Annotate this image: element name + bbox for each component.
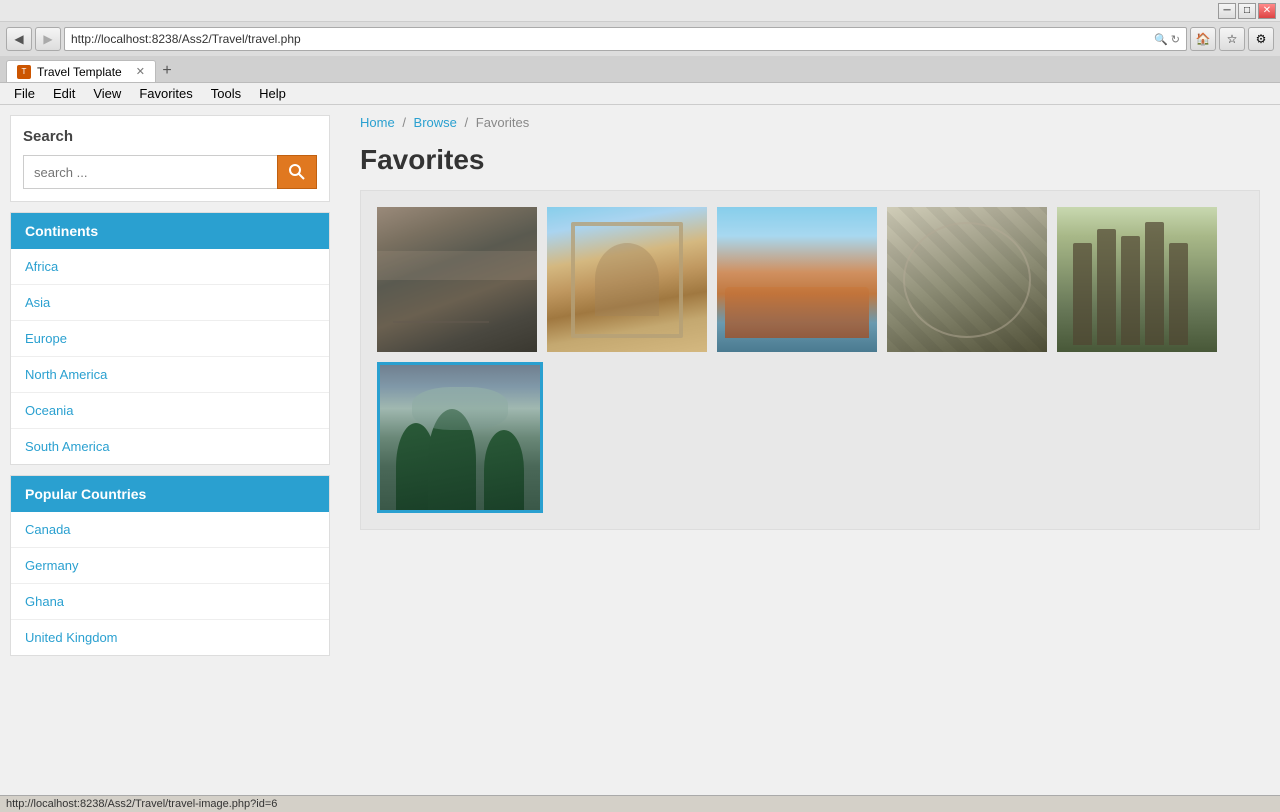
sidebar-item-africa[interactable]: Africa <box>11 249 329 285</box>
search-addr-icon[interactable]: 🔍 <box>1154 33 1168 46</box>
search-title: Search <box>23 128 317 145</box>
breadcrumb-sep-1: / <box>402 115 409 130</box>
status-url: http://localhost:8238/Ass2/Travel/travel… <box>6 798 277 810</box>
gallery-image-3 <box>717 207 877 352</box>
menu-bar: File Edit View Favorites Tools Help <box>0 83 1280 105</box>
home-icon[interactable]: 🏠 <box>1190 27 1216 51</box>
continents-section: Continents Africa Asia Europe North Amer… <box>10 212 330 465</box>
breadcrumb: Home / Browse / Favorites <box>360 115 1260 130</box>
address-icons: 🔍 ↻ <box>1154 33 1180 46</box>
search-icon <box>289 164 305 180</box>
status-bar: http://localhost:8238/Ass2/Travel/travel… <box>0 795 1280 812</box>
gear-icon[interactable]: ⚙ <box>1248 27 1274 51</box>
sidebar-item-south-america[interactable]: South America <box>11 429 329 464</box>
menu-help[interactable]: Help <box>251 84 294 103</box>
main-content: Home / Browse / Favorites Favorites <box>340 105 1280 795</box>
sidebar-item-germany[interactable]: Germany <box>11 548 329 584</box>
tab-bar: T Travel Template ✕ + <box>0 56 1280 82</box>
gallery <box>360 190 1260 530</box>
gallery-item-1[interactable] <box>377 207 537 352</box>
sidebar-item-oceania[interactable]: Oceania <box>11 393 329 429</box>
breadcrumb-current: Favorites <box>476 115 529 130</box>
new-tab-button[interactable]: + <box>156 60 178 82</box>
search-input[interactable] <box>23 155 277 189</box>
browser-navbar: ◀ ▶ http://localhost:8238/Ass2/Travel/tr… <box>0 22 1280 56</box>
maximize-button[interactable]: □ <box>1238 3 1256 19</box>
star-icon[interactable]: ☆ <box>1219 27 1245 51</box>
gallery-image-6 <box>380 365 540 510</box>
breadcrumb-browse[interactable]: Browse <box>414 115 457 130</box>
browser-chrome: ─ □ ✕ ◀ ▶ http://localhost:8238/Ass2/Tra… <box>0 0 1280 83</box>
sidebar-item-ghana[interactable]: Ghana <box>11 584 329 620</box>
gallery-item-3[interactable] <box>717 207 877 352</box>
menu-favorites[interactable]: Favorites <box>131 84 200 103</box>
page: Search Continents Africa Asia Europe Nor… <box>0 105 1280 795</box>
sidebar: Search Continents Africa Asia Europe Nor… <box>0 105 340 795</box>
gallery-item-5[interactable] <box>1057 207 1217 352</box>
menu-tools[interactable]: Tools <box>203 84 249 103</box>
menu-edit[interactable]: Edit <box>45 84 83 103</box>
continents-header: Continents <box>11 213 329 249</box>
browser-titlebar: ─ □ ✕ <box>0 0 1280 22</box>
sidebar-item-europe[interactable]: Europe <box>11 321 329 357</box>
sidebar-item-united-kingdom[interactable]: United Kingdom <box>11 620 329 655</box>
search-row <box>23 155 317 189</box>
gallery-image-2 <box>547 207 707 352</box>
gallery-image-1 <box>377 207 537 352</box>
breadcrumb-home[interactable]: Home <box>360 115 395 130</box>
page-title: Favorites <box>360 144 1260 176</box>
minimize-button[interactable]: ─ <box>1218 3 1236 19</box>
menu-file[interactable]: File <box>6 84 43 103</box>
active-tab[interactable]: T Travel Template ✕ <box>6 60 156 82</box>
close-button[interactable]: ✕ <box>1258 3 1276 19</box>
address-url: http://localhost:8238/Ass2/Travel/travel… <box>71 32 1154 46</box>
search-button[interactable] <box>277 155 317 189</box>
back-button[interactable]: ◀ <box>6 27 32 51</box>
gallery-item-2[interactable] <box>547 207 707 352</box>
gallery-image-5 <box>1057 207 1217 352</box>
tab-favicon: T <box>17 65 31 79</box>
sidebar-item-canada[interactable]: Canada <box>11 512 329 548</box>
menu-view[interactable]: View <box>85 84 129 103</box>
search-box: Search <box>10 115 330 202</box>
forward-button[interactable]: ▶ <box>35 27 61 51</box>
sidebar-item-asia[interactable]: Asia <box>11 285 329 321</box>
popular-countries-section: Popular Countries Canada Germany Ghana U… <box>10 475 330 656</box>
refresh-icon[interactable]: ↻ <box>1171 33 1180 46</box>
gallery-image-4 <box>887 207 1047 352</box>
breadcrumb-sep-2: / <box>465 115 472 130</box>
gallery-item-6[interactable] <box>377 362 543 513</box>
sidebar-item-north-america[interactable]: North America <box>11 357 329 393</box>
popular-countries-header: Popular Countries <box>11 476 329 512</box>
tab-title: Travel Template <box>37 65 122 79</box>
tab-close-button[interactable]: ✕ <box>136 65 145 78</box>
gallery-item-4[interactable] <box>887 207 1047 352</box>
browser-icons: 🏠 ☆ ⚙ <box>1190 27 1274 51</box>
address-bar[interactable]: http://localhost:8238/Ass2/Travel/travel… <box>64 27 1187 51</box>
